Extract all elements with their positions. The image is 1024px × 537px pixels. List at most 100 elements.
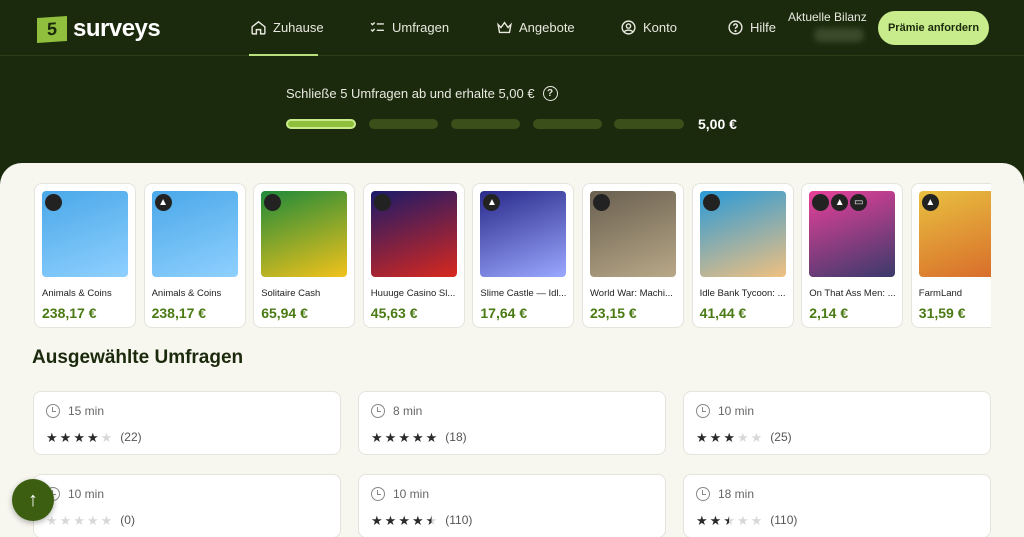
offer-thumbnail: ▲ (480, 191, 567, 277)
survey-rating: ★ ★ ★ ★ ★ (110) (696, 513, 797, 527)
nav-account-label: Konto (643, 20, 677, 35)
star-icon: ★ (750, 512, 763, 528)
checklist-icon (370, 22, 384, 33)
star-icon: ★ (411, 429, 424, 445)
claim-reward-button[interactable]: Prämie anfordern (878, 11, 989, 45)
scroll-to-top-button[interactable]: ↑ (12, 479, 54, 521)
nav-surveys[interactable]: Umfragen (369, 19, 449, 36)
offer-card[interactable]: ▲ FarmLand 31,59 € (910, 183, 991, 328)
offers-carousel[interactable]: Animals & Coins 238,17 € ▲ Animals & Coins 2… (34, 183, 991, 328)
survey-duration-text: 15 min (68, 404, 105, 418)
nav-surveys-label: Umfragen (392, 20, 450, 35)
offer-card[interactable]: Huuuge Casino Sl... 45,63 € (362, 183, 465, 328)
info-help-icon[interactable]: ? (542, 86, 558, 101)
platform-icons: ▲ (921, 194, 939, 211)
offer-thumbnail (261, 191, 348, 277)
offer-name: Animals & Coins (151, 288, 222, 299)
offer-name: Huuuge Casino Sl... (370, 288, 456, 299)
platform-icons (702, 194, 720, 211)
survey-review-count: (18) (445, 430, 467, 444)
offer-card[interactable]: ▲ ▭ On That Ass Men: ... 2,14 € (801, 183, 904, 328)
apple-icon (45, 194, 62, 211)
survey-card[interactable]: 15 min ★ ★ ★ ★ ★ (22) (33, 391, 341, 455)
survey-card[interactable]: 18 min ★ ★ ★ ★ ★ (110) (683, 474, 991, 537)
apple-icon (264, 194, 282, 211)
survey-card[interactable]: 8 min ★ ★ ★ ★ ★ (18) (358, 391, 666, 455)
offer-price: 238,17 € (151, 305, 207, 321)
logo-text: surveys (73, 15, 161, 42)
survey-duration: 8 min (371, 404, 422, 418)
offer-thumbnail (370, 191, 457, 277)
home-icon (251, 20, 266, 35)
star-icon: ★ (709, 512, 722, 528)
balance-value-hidden (814, 28, 864, 42)
survey-duration: 10 min (371, 487, 429, 501)
nav-help[interactable]: Hilfe (727, 19, 776, 36)
offer-price: 23,15 € (590, 305, 637, 321)
offer-price: 2,14 € (809, 305, 849, 321)
user-icon (621, 20, 636, 35)
top-navigation: 5 surveys Zuhause Umfragen Angebote Kont… (0, 0, 1024, 56)
apple-icon (373, 194, 391, 211)
survey-duration-text: 10 min (393, 487, 430, 501)
survey-rating: ★ ★ ★ ★ ★ (18) (371, 430, 467, 444)
progress-goal: Schließe 5 Umfragen ab und erhalte 5,00 … (286, 86, 558, 101)
nav-account[interactable]: Konto (620, 19, 677, 36)
offer-card[interactable]: Idle Bank Tycoon: ... 41,44 € (691, 183, 794, 328)
progress-goal-text: Schließe 5 Umfragen ab und erhalte 5,00 … (286, 86, 535, 101)
progress-segment (369, 119, 438, 129)
offer-card[interactable]: Solitaire Cash 65,94 € (253, 183, 356, 328)
survey-duration: 10 min (696, 404, 754, 418)
offer-card[interactable]: ▲ Animals & Coins 238,17 € (143, 183, 246, 328)
star-icon: ★ (425, 429, 438, 445)
star-icon: ★ (371, 429, 383, 445)
survey-rating: ★ ★ ★ ★ ★ (110) (371, 513, 472, 527)
survey-duration-text: 10 min (68, 487, 105, 501)
star-icon: ★ (73, 429, 85, 445)
offer-price: 17,64 € (480, 305, 528, 321)
apple-icon (702, 194, 720, 211)
offer-name: World War: Machi... (590, 288, 673, 299)
platform-icons (264, 194, 282, 211)
logo[interactable]: 5 surveys (37, 15, 161, 43)
star-icon: ★ (411, 512, 424, 528)
survey-rating: ★ ★ ★ ★ ★ (25) (696, 430, 792, 444)
offer-price: 41,44 € (699, 305, 747, 321)
nav-home[interactable]: Zuhause (250, 19, 324, 36)
star-icon: ★ (696, 429, 708, 445)
clock-icon (46, 404, 60, 418)
survey-card[interactable]: 10 min ★ ★ ★ ★ ★ (0) (33, 474, 341, 537)
android-icon: ▲ (831, 194, 849, 211)
survey-duration-text: 10 min (718, 404, 755, 418)
platform-icons (45, 194, 62, 211)
star-icon: ★ (736, 429, 749, 445)
survey-duration: 10 min (46, 487, 104, 501)
offer-price: 45,63 € (370, 305, 418, 321)
survey-duration-text: 18 min (718, 487, 755, 501)
offer-card[interactable]: Animals & Coins 238,17 € (34, 183, 136, 328)
survey-card[interactable]: 10 min ★ ★ ★ ★ ★ (110) (358, 474, 666, 537)
offer-card[interactable]: ▲ Slime Castle — Idl... 17,64 € (472, 183, 575, 328)
offer-thumbnail (699, 191, 786, 277)
survey-review-count: (110) (445, 513, 473, 527)
survey-card[interactable]: 10 min ★ ★ ★ ★ ★ (25) (683, 391, 991, 455)
star-icon: ★ (736, 512, 749, 528)
offer-price: 65,94 € (261, 305, 308, 321)
nav-offers[interactable]: Angebote (496, 19, 575, 36)
star-icon: ★ (100, 429, 113, 445)
star-icon: ★ (384, 512, 397, 528)
offer-name: FarmLand (918, 288, 963, 299)
offer-thumbnail: ▲ ▭ (809, 191, 896, 277)
offer-card[interactable]: World War: Machi... 23,15 € (582, 183, 684, 328)
platform-icons (373, 194, 391, 211)
progress-segment (451, 119, 520, 129)
star-icon: ★ (46, 512, 58, 528)
survey-review-count: (0) (120, 513, 135, 527)
apple-icon (593, 194, 610, 211)
platform-icons: ▲ (154, 194, 172, 211)
clock-icon (371, 404, 385, 418)
offer-name: On That Ass Men: ... (809, 288, 896, 299)
star-icon: ★ (709, 429, 722, 445)
progress-segment (614, 119, 684, 129)
survey-duration-text: 8 min (393, 404, 423, 418)
